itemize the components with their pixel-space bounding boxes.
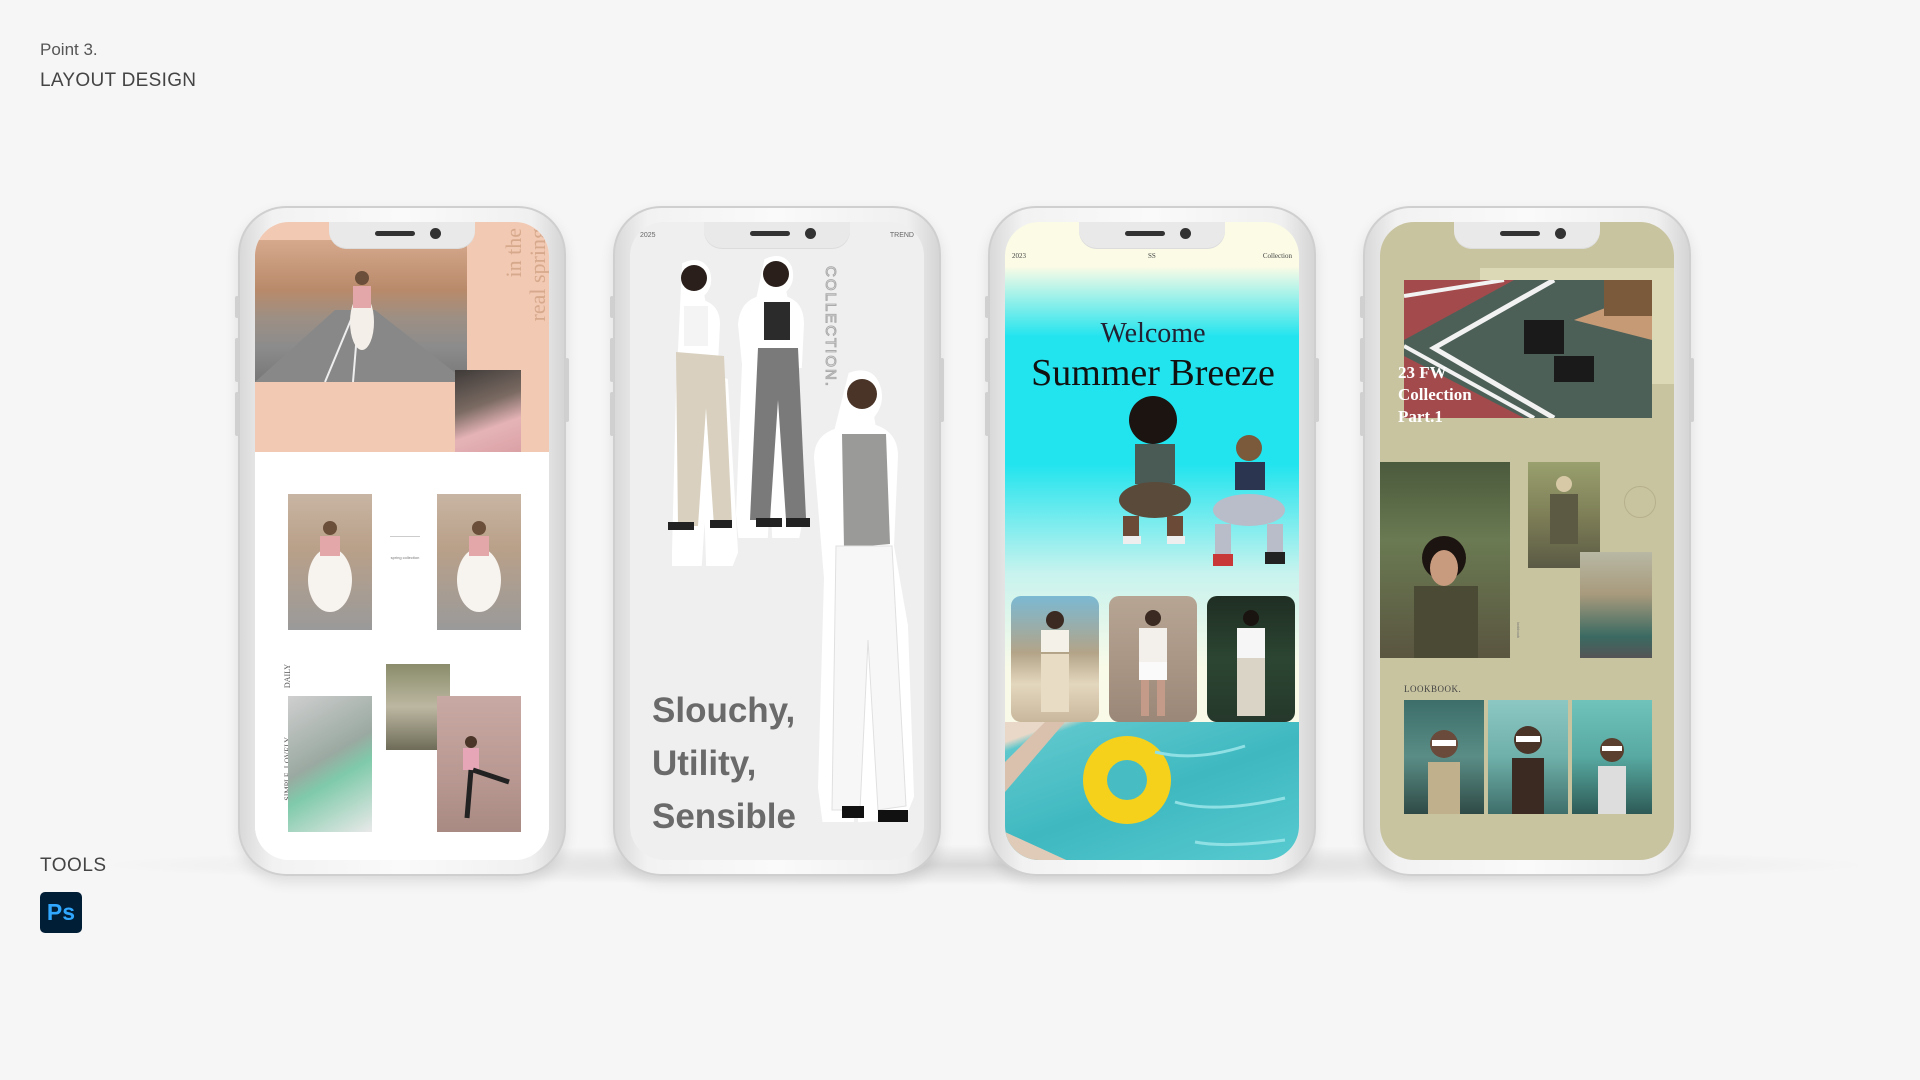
mid-caption: spring collection [390, 536, 420, 586]
phone-notch [704, 222, 850, 249]
side-label-daily: DAILY [283, 664, 292, 689]
garden-model-photo [1207, 596, 1295, 722]
collection-title-line-2: Collection [1398, 385, 1472, 404]
welcome-text: Welcome [1100, 318, 1206, 349]
tiny-caption: lookbook [1516, 622, 1521, 639]
corner-year: 2025 [640, 232, 656, 239]
corner-trend: TREND [889, 232, 914, 239]
palm-portrait-photo [1380, 462, 1510, 658]
beach-model-photo [1011, 596, 1099, 722]
girl-skirt-photo-left [288, 494, 372, 630]
phone-1-screen: in the real spring spring collection DAI… [255, 222, 549, 860]
headline-line-2: Utility, [652, 744, 757, 783]
collection-title-line-1: 23 FW [1398, 363, 1447, 382]
lookbook-label: LOOKBOOK. [1404, 684, 1462, 694]
corner-season: SS [1148, 252, 1156, 260]
vintage-car-photo [1580, 552, 1652, 658]
lookbook-photo-3 [1572, 700, 1652, 814]
studio-model-photo [1109, 596, 1197, 722]
accessories-flatlay-photo [288, 696, 372, 832]
photoshop-icon: Ps [40, 892, 82, 933]
phone-notch [329, 222, 475, 249]
lookbook-photo-2 [1488, 700, 1568, 814]
collection-title-line-3: Part.1 [1398, 407, 1443, 426]
headline-line-1: Slouchy, [652, 691, 796, 730]
phone-mockup-4: 23 FW Collection Part.1 lookbook LOOKBOO… [1360, 206, 1694, 876]
headline-block: Slouchy, Utility, Sensible [652, 684, 796, 843]
phone-notch [1454, 222, 1600, 249]
lookbook-photo-1 [1404, 700, 1484, 814]
collection-title: 23 FW Collection Part.1 [1398, 362, 1472, 428]
handbag-photo [455, 370, 521, 456]
phone-mockup-1: in the real spring spring collection DAI… [235, 206, 569, 876]
tools-label: TOOLS [40, 855, 107, 876]
vertical-text-block: in the real spring [501, 228, 549, 348]
corner-collection: Collection [1262, 252, 1292, 260]
kick-pose-photo [437, 696, 521, 832]
mid-caption-text: spring collection [390, 555, 420, 560]
phone-4-screen: 23 FW Collection Part.1 lookbook LOOKBOO… [1380, 222, 1674, 860]
phone-3-screen: 2023 SS Collection Welcome Summer Breeze [1005, 222, 1299, 860]
model-sitting-cutout [1213, 435, 1285, 566]
pool-photo [1005, 722, 1299, 860]
vertical-text-real-spring: real spring [525, 228, 549, 322]
road-photo [255, 240, 467, 382]
decorative-circle [1624, 486, 1656, 518]
corner-year: 2023 [1012, 252, 1026, 260]
phone-mockup-2: 2025 TREND COLLECTION. Slouchy, Utility,… [610, 206, 944, 876]
headline-line-3: Sensible [652, 797, 796, 836]
model-crouching-cutout [1119, 396, 1191, 544]
phone-mockup-3: 2023 SS Collection Welcome Summer Breeze [985, 206, 1319, 876]
section-title: LAYOUT DESIGN [40, 70, 197, 91]
model-tank-white-pants-cutout [813, 370, 915, 823]
photoshop-icon-text: Ps [46, 899, 76, 925]
point-label: Point 3. [40, 40, 98, 59]
phone-2-screen: 2025 TREND COLLECTION. Slouchy, Utility,… [630, 222, 924, 860]
vertical-text-in-the: in the [501, 228, 526, 278]
phone-notch [1079, 222, 1225, 249]
summer-breeze-title: Summer Breeze [1031, 352, 1275, 394]
girl-skirt-photo-right [437, 494, 521, 630]
